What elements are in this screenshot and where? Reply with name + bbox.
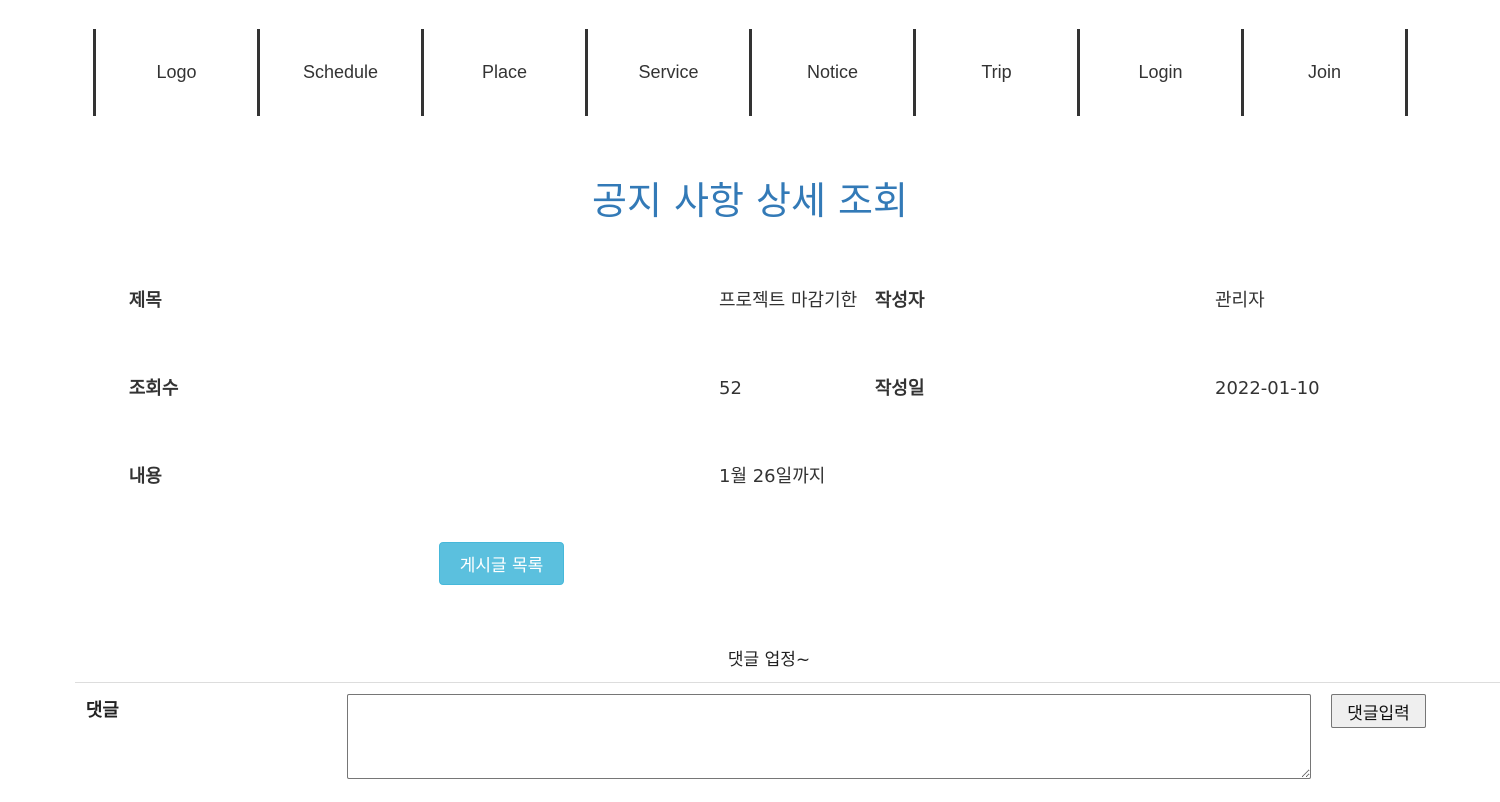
post-list-button[interactable]: 게시글 목록 bbox=[439, 542, 564, 585]
views-label: 조회수 bbox=[129, 378, 179, 399]
top-nav: Logo Schedule Place Service Notice Trip … bbox=[93, 29, 1408, 116]
title-label: 제목 bbox=[129, 290, 163, 311]
nav-item-trip[interactable]: Trip bbox=[916, 29, 1080, 116]
nav-item-logo[interactable]: Logo bbox=[96, 29, 260, 116]
nav-item-schedule[interactable]: Schedule bbox=[260, 29, 424, 116]
nav-item-service[interactable]: Service bbox=[588, 29, 752, 116]
comment-notice: 댓글 업정~ bbox=[727, 650, 811, 670]
nav-item-join[interactable]: Join bbox=[1244, 29, 1408, 116]
views-value: 52 bbox=[719, 378, 742, 399]
divider bbox=[75, 682, 1500, 683]
content-value: 1월 26일까지 bbox=[719, 466, 826, 487]
title-value: 프로젝트 마감기한 bbox=[719, 290, 858, 311]
nav-item-notice[interactable]: Notice bbox=[752, 29, 916, 116]
comment-submit-button[interactable]: 댓글입력 bbox=[1331, 694, 1426, 728]
date-value: 2022-01-10 bbox=[1215, 378, 1320, 399]
author-value: 관리자 bbox=[1215, 290, 1265, 311]
comment-label: 댓글 bbox=[86, 700, 120, 721]
date-label: 작성일 bbox=[875, 378, 925, 399]
content-label: 내용 bbox=[129, 466, 163, 487]
page-title: 공지 사항 상세 조회 bbox=[592, 179, 908, 223]
comment-textarea[interactable] bbox=[347, 694, 1311, 779]
nav-item-place[interactable]: Place bbox=[424, 29, 588, 116]
author-label: 작성자 bbox=[875, 290, 925, 311]
nav-item-login[interactable]: Login bbox=[1080, 29, 1244, 116]
